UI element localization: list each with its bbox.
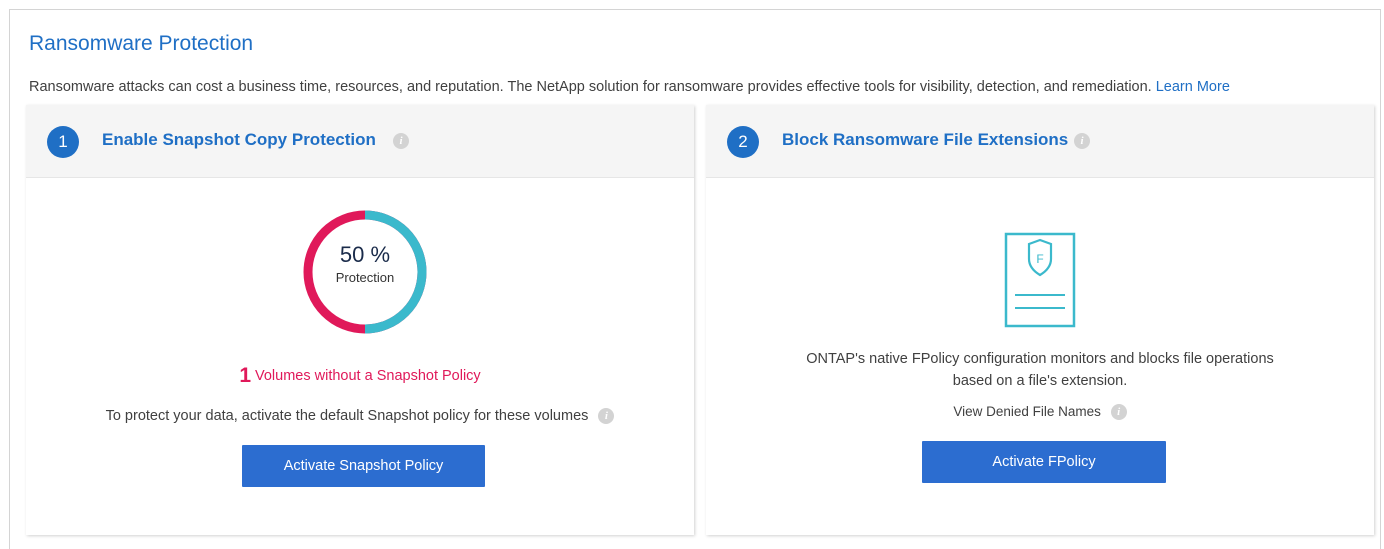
- page-title: Ransomware Protection: [29, 32, 254, 55]
- description-text: Ransomware attacks can cost a business t…: [29, 79, 1152, 95]
- volumes-text: Volumes without a Snapshot Policy: [255, 368, 481, 384]
- info-icon[interactable]: i: [1110, 404, 1127, 421]
- card-title: Enable Snapshot Copy Protection: [102, 130, 376, 149]
- card-title: Block Ransomware File Extensions: [782, 130, 1069, 149]
- document-shield-icon: F: [1004, 232, 1076, 328]
- ransomware-protection-panel: Ransomware Protection Ransomware attacks…: [9, 9, 1381, 549]
- protection-label: Protection: [335, 270, 395, 285]
- view-denied-link[interactable]: View Denied File Names: [953, 404, 1101, 419]
- protection-percent: 50 %: [339, 242, 391, 267]
- learn-more-link[interactable]: Learn More: [1156, 79, 1230, 95]
- step-number-badge: 2: [727, 126, 759, 158]
- protect-instructions: To protect your data, activate the defau…: [26, 408, 694, 425]
- info-icon[interactable]: i: [393, 133, 409, 149]
- donut-label: 50 % Protection: [302, 242, 428, 285]
- card-header: 2 Block Ransomware File Extensions i: [706, 105, 1374, 178]
- info-icon[interactable]: i: [1074, 133, 1090, 149]
- doc-icon-letter: F: [1036, 252, 1043, 266]
- volumes-without-policy: 1 Volumes without a Snapshot Policy: [26, 364, 694, 388]
- fpolicy-text-line1: ONTAP's native FPolicy configuration mon…: [806, 351, 1274, 367]
- volumes-count: 1: [239, 364, 251, 387]
- page-description: Ransomware attacks can cost a business t…: [29, 79, 1230, 95]
- info-icon[interactable]: i: [598, 408, 615, 425]
- view-denied-file-names: View Denied File Names i: [706, 404, 1374, 421]
- snapshot-protection-card: 1 Enable Snapshot Copy Protection i 50 %…: [26, 105, 694, 535]
- fpolicy-card: 2 Block Ransomware File Extensions i F O…: [706, 105, 1374, 535]
- protect-text: To protect your data, activate the defau…: [105, 408, 589, 424]
- step-number-badge: 1: [47, 126, 79, 158]
- activate-snapshot-policy-button[interactable]: Activate Snapshot Policy: [242, 445, 485, 487]
- fpolicy-description: ONTAP's native FPolicy configuration mon…: [706, 348, 1374, 392]
- fpolicy-text-line2: based on a file's extension.: [952, 373, 1128, 389]
- activate-fpolicy-button[interactable]: Activate FPolicy: [922, 441, 1166, 483]
- card-header: 1 Enable Snapshot Copy Protection i: [26, 105, 694, 178]
